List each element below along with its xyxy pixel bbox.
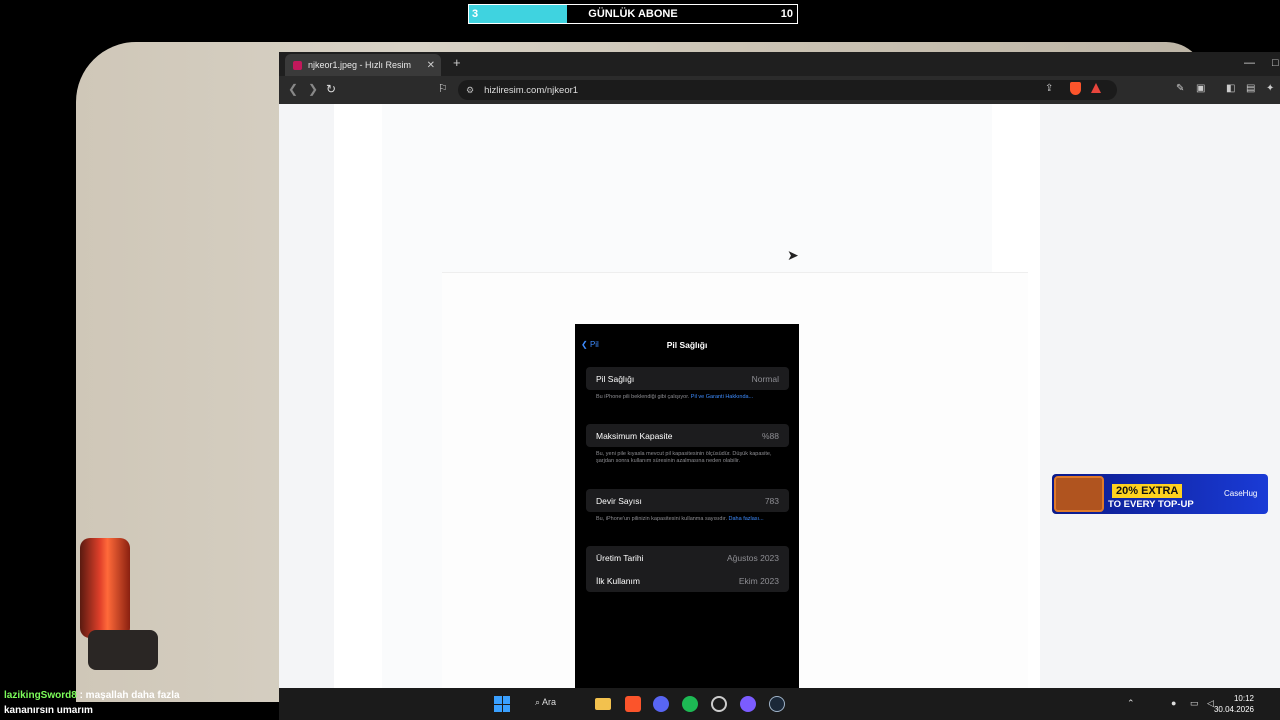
taskbar-search-label: Ara — [542, 697, 557, 707]
maximize-icon[interactable]: □ — [1272, 57, 1279, 69]
cycle-count-note-text: Bu, iPhone'un pilinizin kapasitesini kul… — [596, 516, 727, 522]
cycle-count-note: Bu, iPhone'un pilinizin kapasitesini kul… — [596, 516, 776, 523]
page-content: ➤ ❮ Pil Pil Sağlığı Pil Sağlığı Normal B… — [279, 104, 1280, 688]
bookmark-icon[interactable]: ⚐ — [438, 82, 448, 95]
battery-health-value: Normal — [751, 373, 779, 384]
browser-window: njkeor1.jpeg - Hızlı Resim ✕ + — □ ❮ ❯ ↻… — [279, 52, 1280, 688]
battery-warranty-link: Pil ve Garanti Hakkında... — [690, 394, 754, 400]
mouse-cursor-icon: ➤ — [787, 247, 799, 263]
tab-strip: njkeor1.jpeg - Hızlı Resim ✕ + — □ — [279, 52, 1280, 76]
extensions-icon[interactable]: ✎ — [1176, 83, 1184, 94]
address-url: hizliresim.com/njkeor1 — [484, 84, 579, 96]
clock-time: 10:12 — [1233, 694, 1254, 703]
spotify-icon[interactable] — [682, 696, 698, 712]
ad-percent: 20% EXTRA — [1112, 484, 1183, 498]
ad-percent-text: 20% EXTRA — [1116, 485, 1179, 497]
close-tab-icon[interactable]: ✕ — [427, 60, 435, 71]
brave-rewards-icon[interactable] — [1091, 83, 1101, 93]
discord-icon[interactable] — [653, 696, 669, 712]
tab-title: njkeor1.jpeg - Hızlı Resim — [308, 60, 412, 70]
max-capacity-value: %88 — [761, 430, 779, 441]
chat-username: lazikingSword8 — [4, 690, 77, 701]
tab-active[interactable]: njkeor1.jpeg - Hızlı Resim ✕ — [285, 54, 441, 76]
microphone-image — [80, 538, 130, 638]
wallet-icon[interactable]: ▤ — [1246, 83, 1255, 94]
chat-message-line1: : maşallah daha fazla — [76, 690, 180, 701]
cycle-more-link: Daha fazlası... — [728, 516, 764, 522]
battery-health-row: Pil Sağlığı Normal — [586, 367, 789, 390]
phone-screenshot[interactable]: ❮ Pil Pil Sağlığı Pil Sağlığı Normal Bu … — [575, 324, 799, 688]
site-favicon-icon — [293, 60, 302, 70]
ad-brand: CaseHug — [1224, 489, 1258, 498]
cycle-count-row: Devir Sayısı 783 — [586, 489, 789, 512]
forward-icon[interactable]: ❯ — [308, 82, 318, 96]
steam-icon[interactable] — [769, 696, 785, 712]
tray-chevron-icon[interactable]: ⌃ — [1127, 698, 1135, 709]
microphone-stand-image — [88, 630, 158, 670]
minimize-button[interactable]: — — [1244, 57, 1255, 69]
max-capacity-label: Maksimum Kapasite — [596, 430, 673, 441]
brave-shields-icon[interactable] — [1070, 82, 1081, 95]
treasure-chest-icon — [1054, 476, 1104, 512]
microphone-tray-icon[interactable]: ● — [1171, 698, 1176, 708]
dates-card: Üretim Tarihi Ağustos 2023 İlk Kullanım … — [586, 546, 789, 592]
cycle-count-value: 783 — [764, 495, 779, 506]
battery-health-card: Pil Sağlığı Normal — [586, 367, 789, 390]
first-use-value: Ekim 2023 — [738, 575, 779, 586]
max-capacity-card: Maksimum Kapasite %88 — [586, 424, 789, 447]
clock-date: 30.04.2026 — [1213, 705, 1254, 714]
first-use-label: İlk Kullanım — [596, 575, 640, 586]
casehug-ad-banner[interactable]: 20% EXTRA TO EVERY TOP-UP CaseHug — [1052, 474, 1268, 514]
brave-browser-icon[interactable] — [625, 696, 641, 712]
cycle-count-card: Devir Sayısı 783 — [586, 489, 789, 512]
windows-start-icon[interactable] — [494, 696, 510, 712]
subscriber-goal-bar: 3 GÜNLÜK ABONE 10 — [468, 4, 798, 24]
address-bar[interactable]: ⚙ hizliresim.com/njkeor1 — [458, 80, 1117, 100]
taskbar-search[interactable]: ⌕ Ara — [535, 697, 556, 708]
reload-icon[interactable]: ↻ — [326, 82, 336, 96]
first-use-row: İlk Kullanım Ekim 2023 — [586, 569, 789, 592]
battery-health-note-text: Bu iPhone pili beklendiği gibi çalışıyor… — [596, 394, 690, 400]
leo-ai-icon[interactable]: ✦ — [1266, 83, 1274, 94]
browser-toolbar: ❮ ❯ ↻ ⚐ ⚙ hizliresim.com/njkeor1 ⇪ ✎ ▣ ◧… — [279, 76, 1280, 104]
max-capacity-note: Bu, yeni pile kıyasla mevcut pil kapasit… — [596, 451, 772, 464]
chat-message-line2: kananırsın umarım — [4, 705, 93, 716]
subscriber-goal-target: 10 — [780, 8, 793, 20]
share-icon[interactable]: ⇪ — [1045, 83, 1053, 94]
manufacture-date-label: Üretim Tarihi — [596, 552, 644, 563]
max-capacity-row: Maksimum Kapasite %88 — [586, 424, 789, 447]
taskbar-clock[interactable]: 10:12 30.04.2026 — [1214, 693, 1254, 715]
ad-subtitle: TO EVERY TOP-UP — [1108, 499, 1194, 510]
manufacture-date-value: Ağustos 2023 — [727, 552, 779, 563]
app-icon[interactable] — [740, 696, 756, 712]
manufacture-date-row: Üretim Tarihi Ağustos 2023 — [586, 546, 789, 569]
chat-message: lazikingSword8 : maşallah daha fazla kan… — [4, 688, 180, 718]
new-tab-button[interactable]: + — [453, 55, 461, 70]
battery-health-note: Bu iPhone pili beklendiği gibi çalışıyor… — [596, 394, 776, 401]
cycle-count-label: Devir Sayısı — [596, 495, 642, 506]
display-tray-icon[interactable]: ▭ — [1190, 698, 1199, 709]
screen-title: Pil Sağlığı — [666, 340, 708, 350]
battery-health-label: Pil Sağlığı — [596, 373, 635, 384]
file-explorer-icon[interactable] — [595, 698, 611, 710]
volume-icon[interactable]: ◁ — [1207, 698, 1214, 709]
site-settings-icon[interactable]: ⚙ — [466, 85, 474, 96]
back-icon[interactable]: ❮ — [288, 82, 298, 96]
sidebar-icon[interactable]: ◧ — [1226, 83, 1235, 94]
taskbar: ⌕ Ara ⌃ ● ▭ ◁ 10:12 30.04.2026 — [279, 688, 1280, 720]
reading-list-icon[interactable]: ▣ — [1196, 83, 1205, 94]
obs-icon[interactable] — [711, 696, 727, 712]
subscriber-goal-title: GÜNLÜK ABONE — [588, 8, 678, 20]
